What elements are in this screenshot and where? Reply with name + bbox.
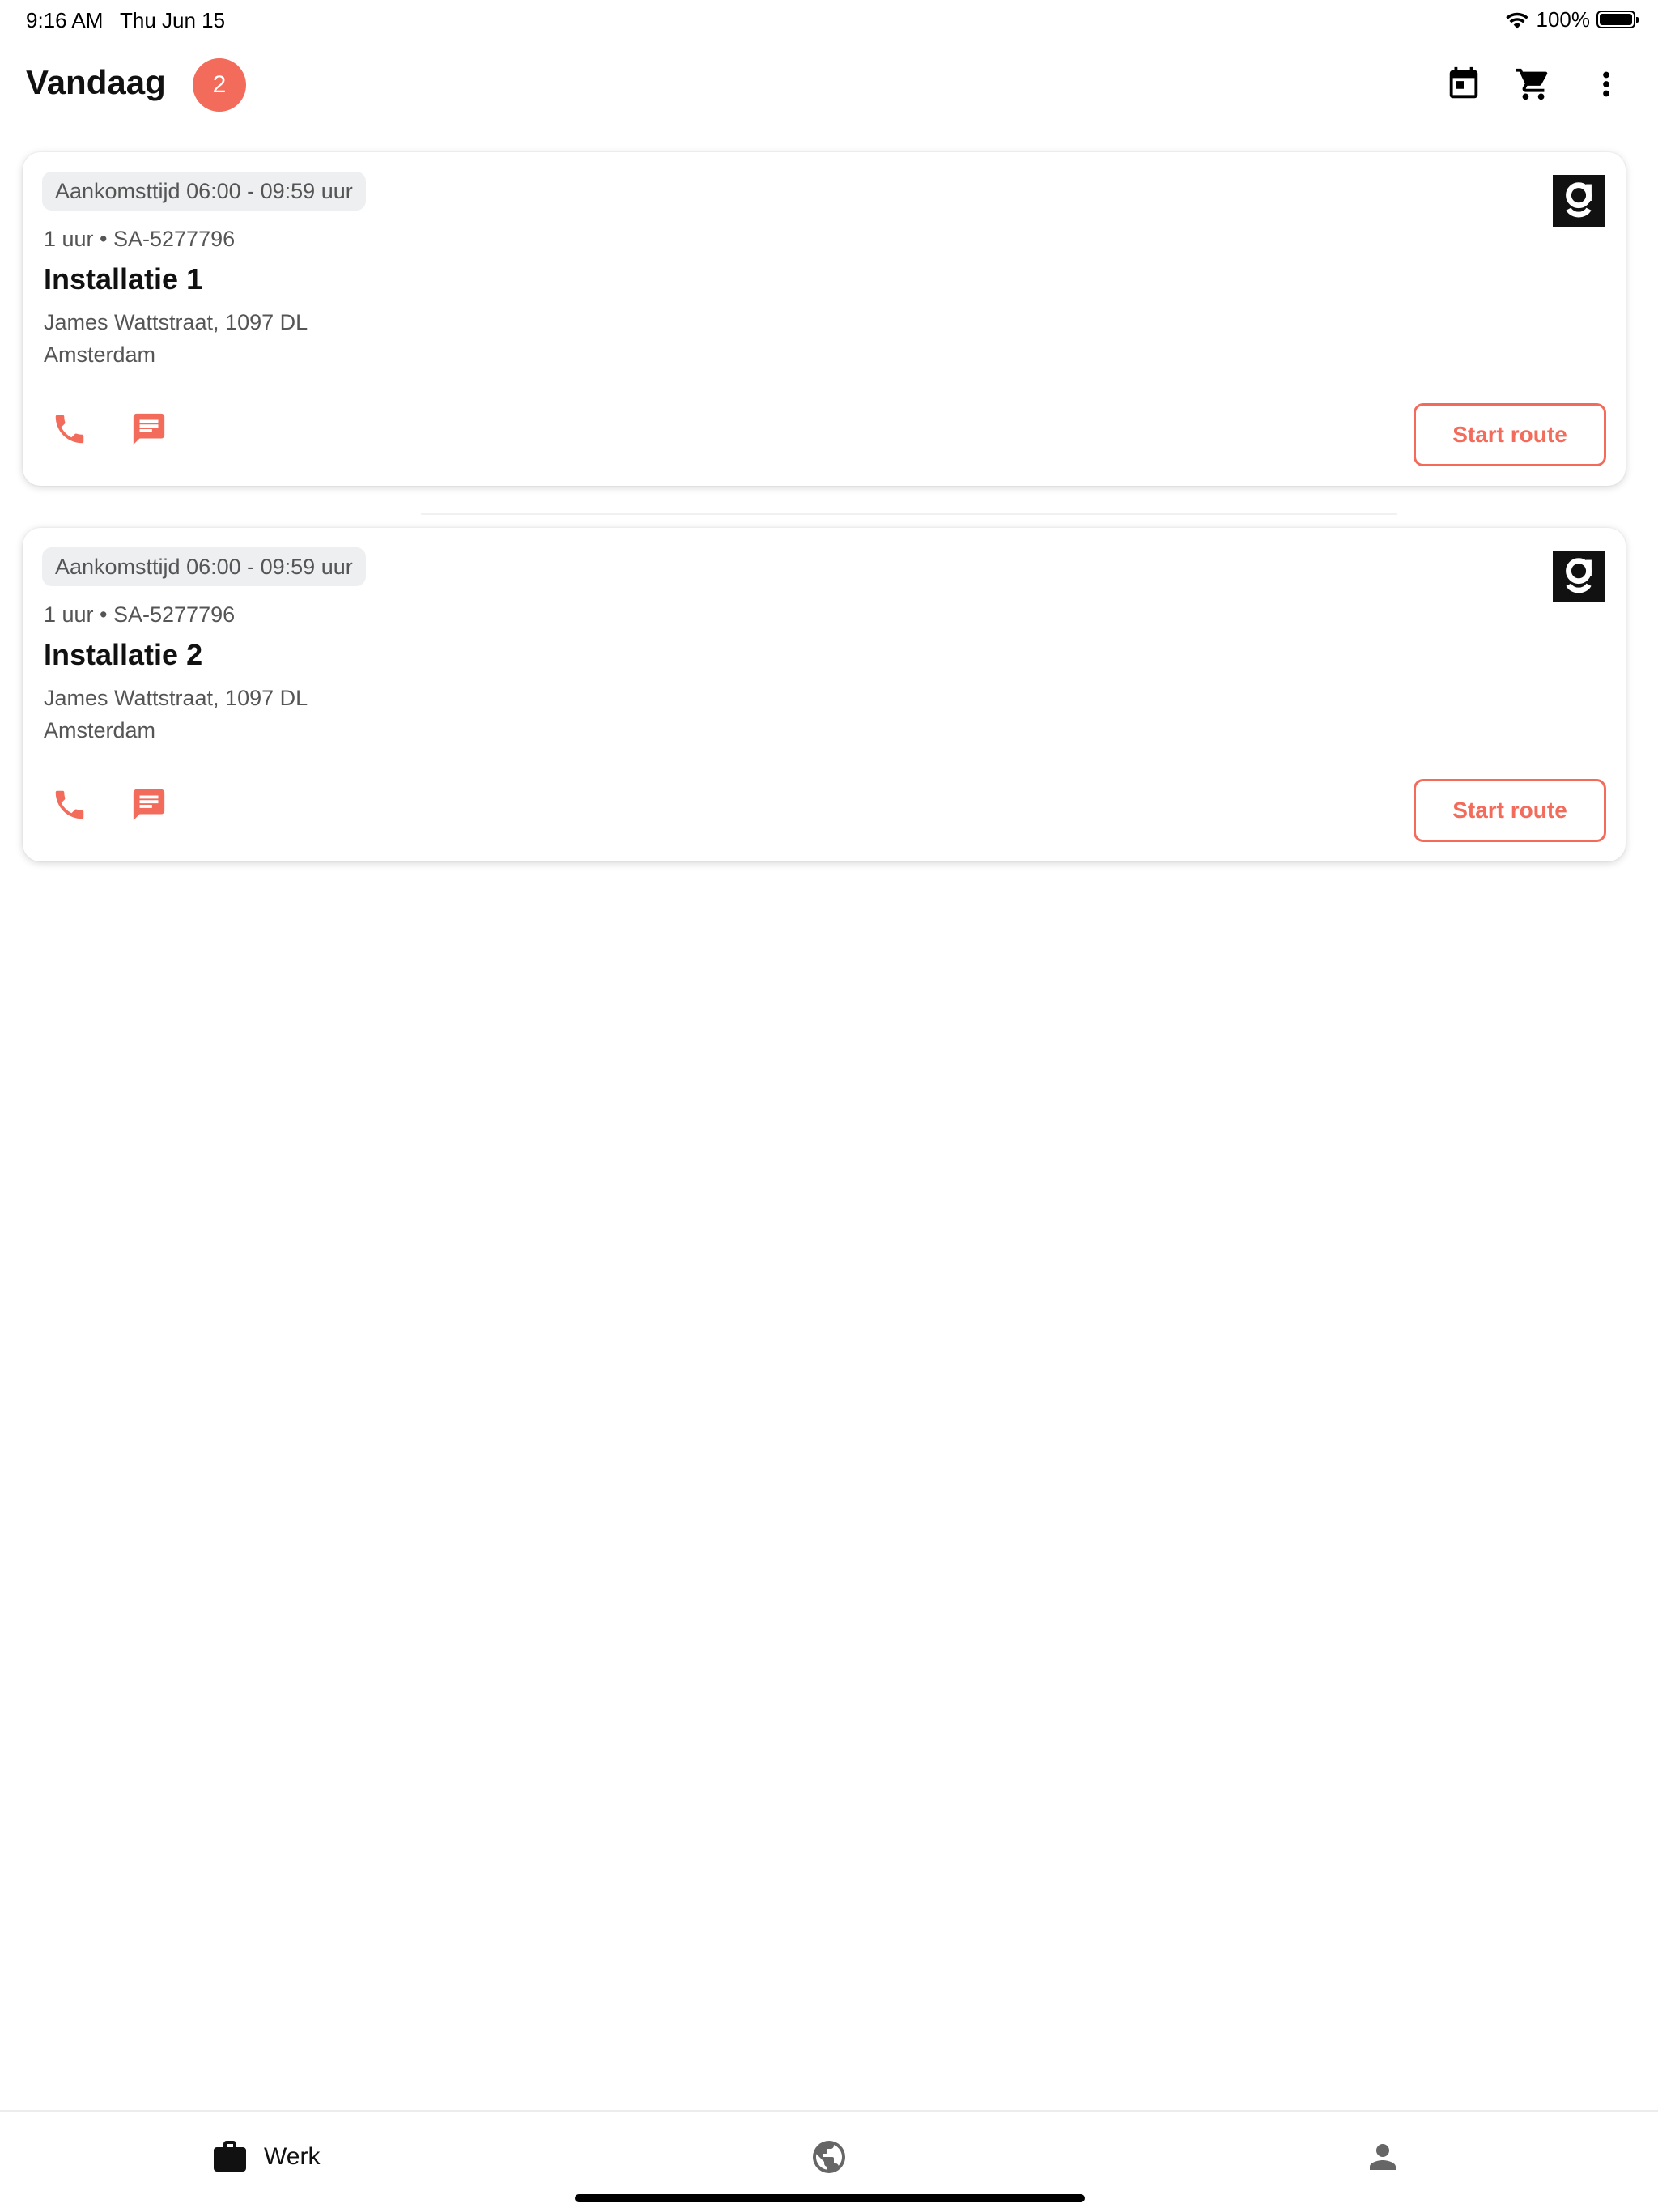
briefcase-icon — [214, 2141, 246, 2172]
home-indicator — [575, 2194, 1085, 2202]
brand-g-logo-icon — [1566, 558, 1592, 593]
job-count-badge: 2 — [193, 58, 246, 112]
status-indicators: 100% — [1504, 6, 1639, 32]
person-icon — [1370, 2144, 1396, 2170]
address-street: James Wattstraat, 1097 DL — [44, 686, 308, 710]
job-meta: 1 uur • SA-5277796 — [44, 602, 236, 627]
calendar-button[interactable] — [1441, 62, 1486, 107]
job-card[interactable]: Aankomsttijd 06:00 - 09:59 uur 1 uur • S… — [23, 528, 1626, 861]
calendar-icon — [1449, 66, 1478, 99]
card-divider — [421, 513, 1397, 515]
cart-button[interactable] — [1511, 62, 1556, 107]
app-header: Vandaag 2 — [0, 49, 1658, 121]
brand-logo — [1553, 551, 1605, 602]
nav-tab-werk-label: Werk — [264, 2143, 321, 2170]
more-menu-button[interactable] — [1584, 62, 1629, 107]
job-address: James Wattstraat, 1097 DL Amsterdam — [44, 306, 308, 371]
call-button[interactable] — [47, 782, 92, 827]
battery-percentage: 100% — [1536, 6, 1591, 32]
nav-tab-profile[interactable] — [1363, 2133, 1402, 2181]
start-route-button[interactable]: Start route — [1414, 779, 1606, 842]
brand-g-logo-icon — [1566, 182, 1592, 218]
chat-icon — [133, 789, 165, 821]
chat-icon — [133, 413, 165, 445]
message-button[interactable] — [126, 406, 172, 452]
message-button[interactable] — [126, 782, 172, 827]
page-title: Vandaag — [26, 63, 166, 101]
wifi-icon — [1505, 12, 1528, 29]
job-title: Installatie 1 — [44, 262, 203, 296]
address-street: James Wattstraat, 1097 DL — [44, 310, 308, 334]
address-city: Amsterdam — [44, 342, 156, 367]
address-city: Amsterdam — [44, 718, 156, 742]
nav-tab-werk[interactable]: Werk — [210, 2133, 320, 2181]
phone-icon — [55, 790, 84, 819]
start-route-button[interactable]: Start route — [1414, 403, 1606, 466]
arrival-time-chip: Aankomsttijd 06:00 - 09:59 uur — [42, 172, 366, 211]
cart-icon — [1516, 68, 1548, 100]
job-meta: 1 uur • SA-5277796 — [44, 227, 236, 251]
battery-icon — [1596, 11, 1639, 28]
nav-tab-map[interactable] — [810, 2133, 848, 2181]
more-vertical-icon — [1603, 71, 1609, 97]
call-button[interactable] — [47, 406, 92, 452]
status-bar: 9:16 AM Thu Jun 15 100% — [0, 0, 1658, 39]
job-address: James Wattstraat, 1097 DL Amsterdam — [44, 682, 308, 747]
arrival-time-chip: Aankomsttijd 06:00 - 09:59 uur — [42, 547, 366, 586]
phone-icon — [55, 415, 84, 444]
job-card[interactable]: Aankomsttijd 06:00 - 09:59 uur 1 uur • S… — [23, 152, 1626, 486]
globe-icon — [813, 2141, 845, 2173]
job-title: Installatie 2 — [44, 638, 203, 671]
status-date: Thu Jun 15 — [120, 8, 226, 32]
brand-logo — [1553, 175, 1605, 227]
status-time: 9:16 AM — [26, 8, 104, 32]
